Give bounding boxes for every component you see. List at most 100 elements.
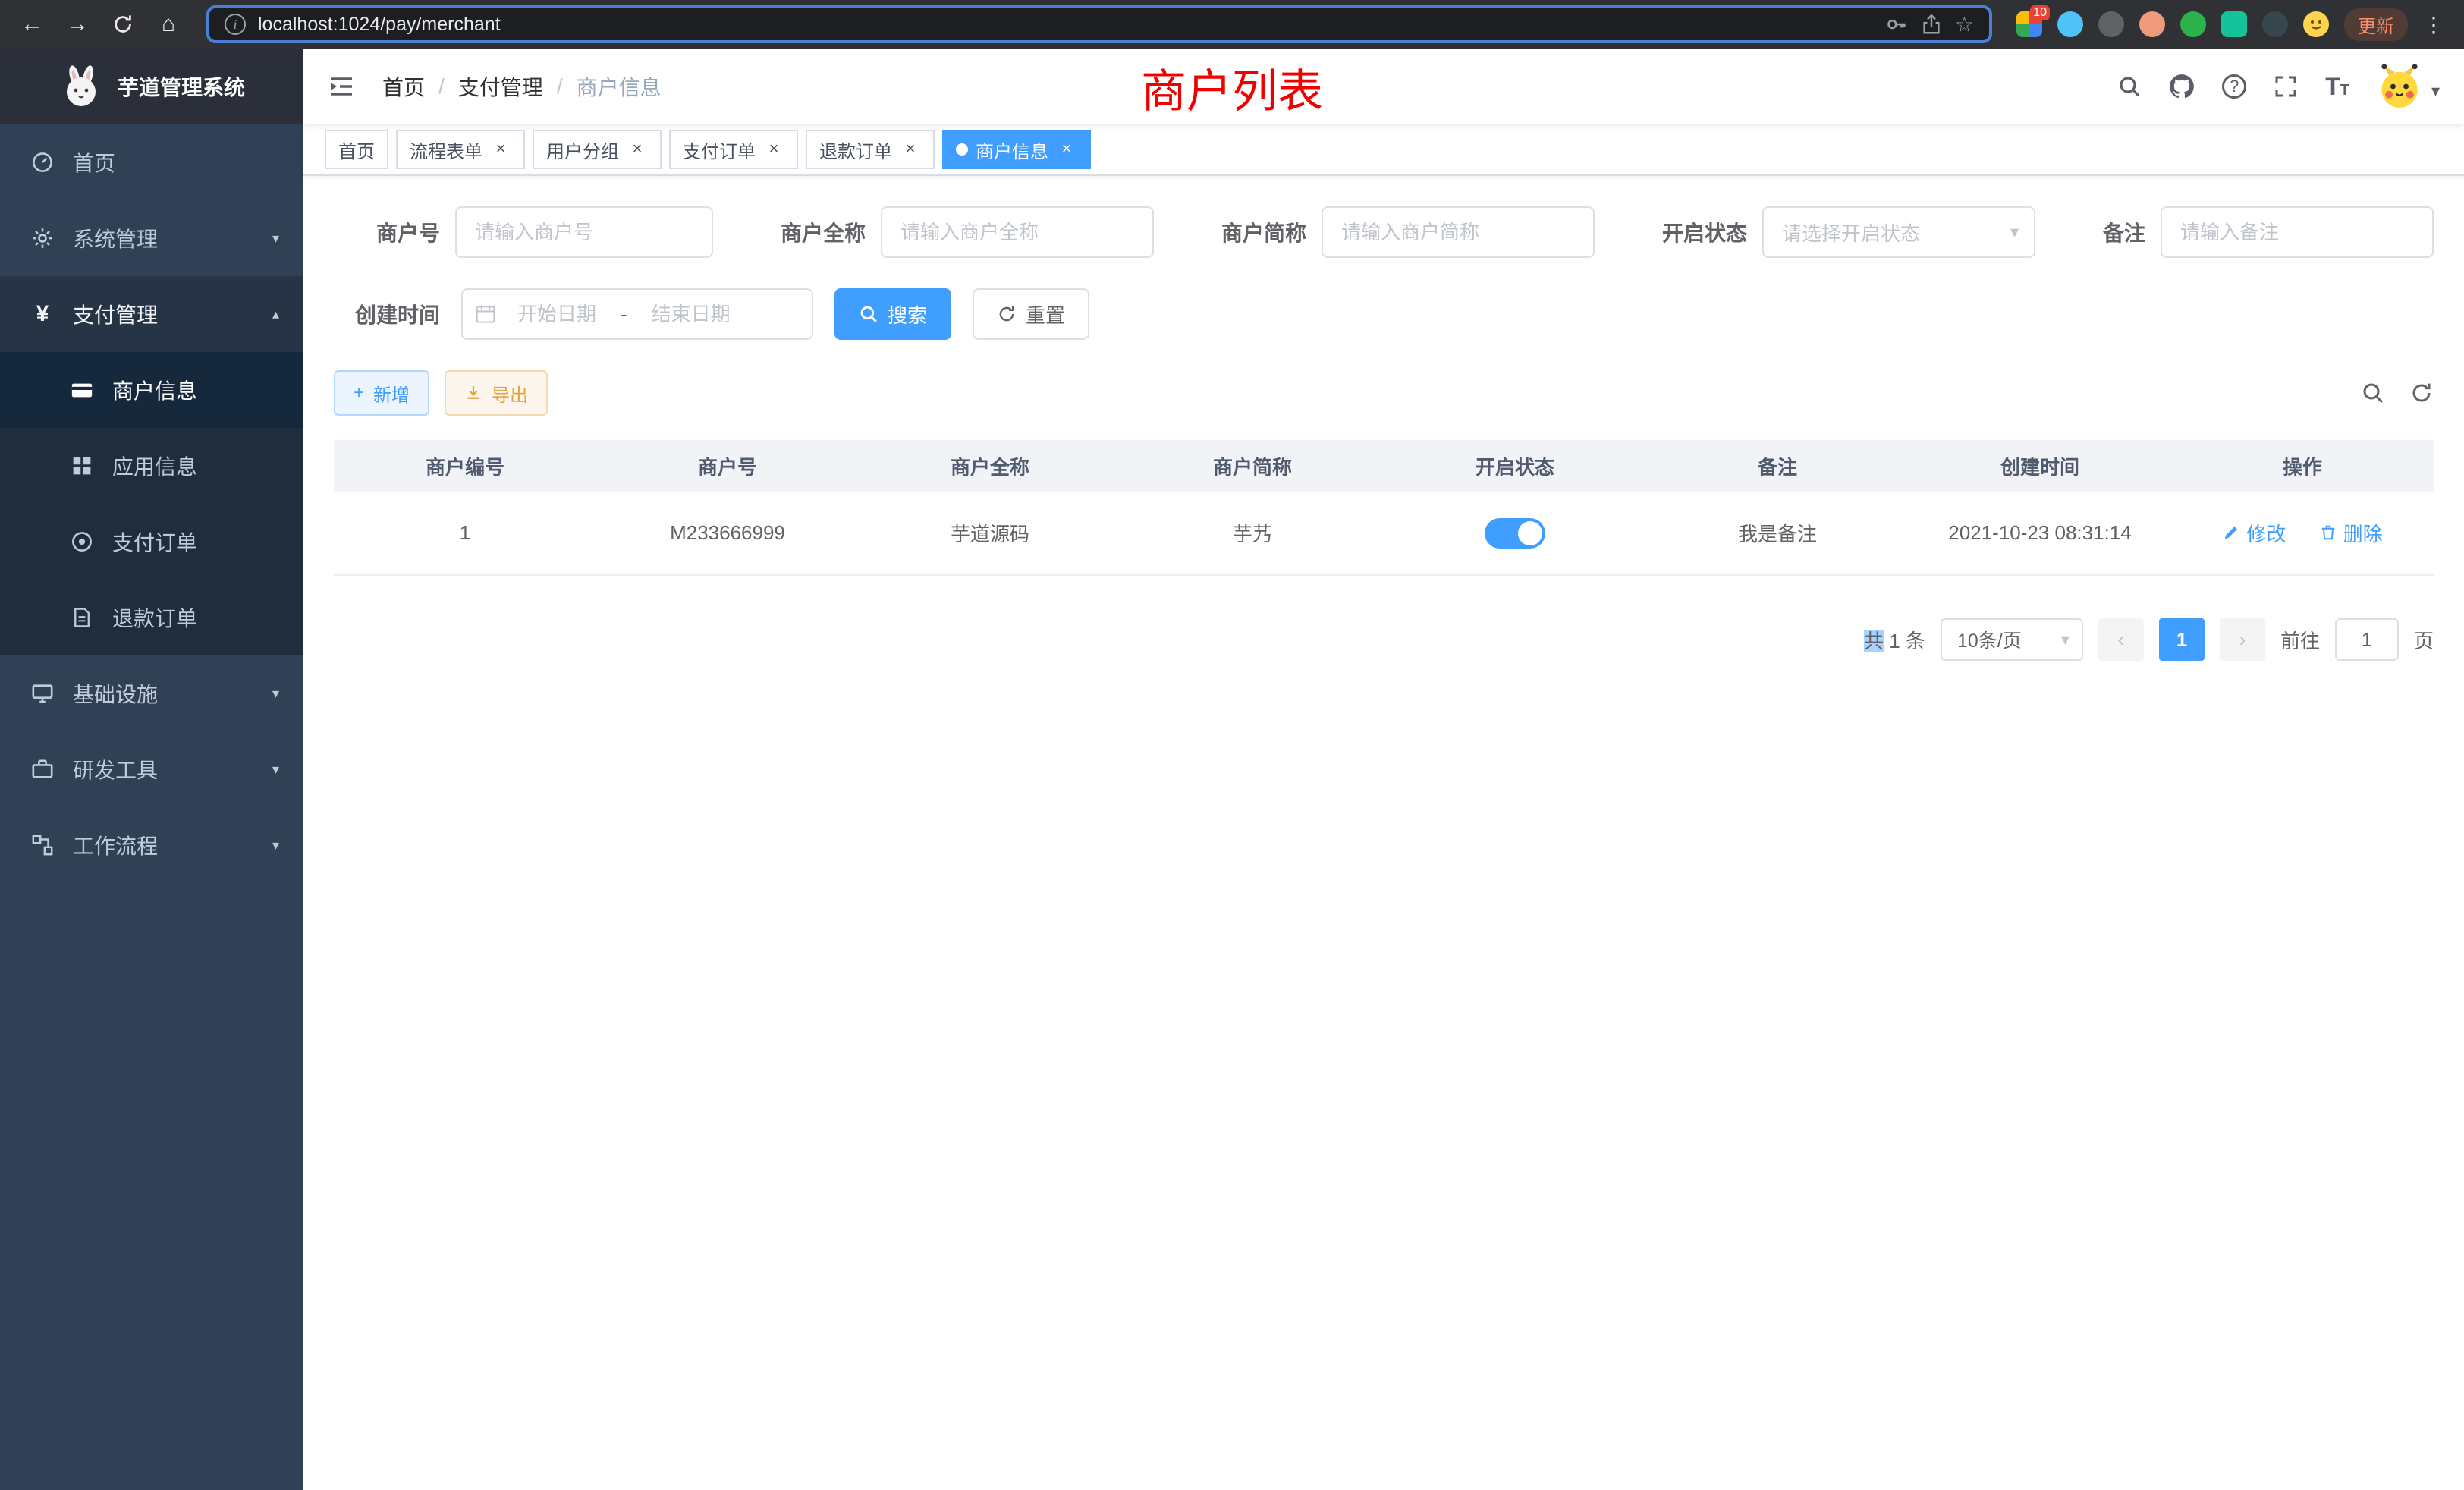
table-row: 1 M233666999 芋道源码 芋艿 我是备注 2021-10-23 08:… (334, 492, 2434, 575)
address-bar[interactable]: i localhost:1024/pay/merchant ☆ (206, 5, 1992, 43)
goto-page-input[interactable] (2335, 618, 2399, 661)
monitor-icon (30, 682, 55, 705)
page-size-select[interactable]: 10条/页 ▾ (1941, 618, 2083, 661)
sidebar-item-infrastructure[interactable]: 基础设施 ▾ (0, 655, 303, 731)
search-icon (859, 304, 878, 324)
tab-label: 首页 (338, 137, 375, 163)
extension-icon-1[interactable]: 10 (2016, 11, 2042, 37)
start-date-input[interactable] (499, 303, 614, 326)
remark-input[interactable] (2161, 206, 2434, 258)
sidebar-item-label: 支付订单 (112, 527, 197, 557)
help-icon[interactable]: ? (2222, 74, 2246, 99)
card-icon (70, 379, 94, 401)
delete-link[interactable]: 删除 (2319, 519, 2383, 547)
toggle-search-icon[interactable] (2361, 381, 2385, 405)
extension-icon-3[interactable] (2098, 11, 2124, 37)
breadcrumb-separator: / (557, 74, 563, 99)
refresh-table-icon[interactable] (2409, 381, 2434, 405)
filter-remark: 备注 (2103, 206, 2434, 258)
password-key-icon[interactable] (1885, 13, 1908, 36)
extension-icon-7[interactable] (2262, 11, 2288, 37)
close-icon[interactable]: × (900, 139, 921, 160)
tab-label: 流程表单 (410, 137, 482, 163)
search-button[interactable]: 搜索 (834, 288, 951, 340)
app-shell: 芋道管理系统 首页 系统管理 ▾ ¥ (0, 49, 2464, 1490)
add-button[interactable]: + 新增 (334, 370, 429, 416)
sidebar-item-pay-order[interactable]: 支付订单 (0, 504, 303, 580)
breadcrumb-home[interactable]: 首页 (382, 71, 425, 102)
sidebar-item-system[interactable]: 系统管理 ▾ (0, 200, 303, 276)
tab-process-form[interactable]: 流程表单 × (396, 130, 525, 169)
extension-icon-8[interactable] (2303, 11, 2329, 37)
close-icon[interactable]: × (490, 139, 511, 160)
plus-icon: + (354, 382, 364, 404)
end-date-input[interactable] (633, 303, 749, 326)
calendar-icon (475, 303, 496, 325)
cell-create-time: 2021-10-23 08:31:14 (1909, 492, 2171, 575)
tab-merchant-info[interactable]: 商户信息 × (942, 130, 1091, 169)
breadcrumb-separator: / (438, 74, 445, 99)
next-page-button[interactable]: › (2220, 618, 2265, 661)
edit-link[interactable]: 修改 (2222, 519, 2286, 547)
close-icon[interactable]: × (1056, 139, 1077, 160)
sidebar-item-refund-order[interactable]: 退款订单 (0, 580, 303, 655)
github-icon[interactable] (2169, 74, 2195, 99)
col-status: 开启状态 (1384, 440, 1646, 492)
merchant-name-input[interactable] (881, 206, 1154, 258)
browser-extensions-area: 10 更新 ⋮ (2010, 8, 2452, 41)
chevron-up-icon: ▴ (272, 306, 279, 322)
sidebar-item-label: 支付管理 (73, 299, 158, 329)
chevron-down-icon: ▾ (2010, 222, 2019, 242)
home-icon[interactable]: ⌂ (149, 5, 188, 44)
site-info-icon[interactable]: i (225, 14, 246, 35)
merchant-short-name-input[interactable] (1322, 206, 1595, 258)
sidebar-item-home[interactable]: 首页 (0, 124, 303, 200)
header-search-icon[interactable] (2117, 74, 2142, 99)
prev-page-button[interactable]: ‹ (2098, 618, 2144, 661)
back-icon[interactable]: ← (12, 5, 52, 44)
sidebar-item-workflow[interactable]: 工作流程 ▾ (0, 807, 303, 883)
tab-pay-order[interactable]: 支付订单 × (669, 130, 798, 169)
browser-menu-icon[interactable]: ⋮ (2423, 12, 2446, 37)
font-size-icon[interactable]: TT (2325, 73, 2349, 101)
cell-status (1384, 492, 1646, 575)
close-icon[interactable]: × (763, 139, 784, 160)
cell-merchant-id: 1 (334, 492, 596, 575)
extension-icon-5[interactable] (2180, 11, 2206, 37)
col-full-name: 商户全称 (859, 440, 1121, 492)
merchant-no-input[interactable] (455, 206, 713, 258)
reset-button[interactable]: 重置 (973, 288, 1089, 340)
sidebar-item-app-info[interactable]: 应用信息 (0, 428, 303, 504)
cell-actions: 修改 删除 (2171, 492, 2434, 575)
close-icon[interactable]: × (627, 139, 648, 160)
user-avatar-menu[interactable]: ▾ (2377, 64, 2440, 109)
export-button[interactable]: 导出 (445, 370, 548, 416)
sidebar-toggle-icon[interactable] (328, 73, 355, 100)
sidebar-item-payment[interactable]: ¥ 支付管理 ▴ (0, 276, 303, 352)
logo-bar[interactable]: 芋道管理系统 (0, 49, 303, 124)
extension-icon-2[interactable] (2057, 11, 2083, 37)
browser-update-button[interactable]: 更新 (2344, 8, 2408, 41)
payment-submenu: 商户信息 应用信息 支付订单 (0, 352, 303, 655)
tab-refund-order[interactable]: 退款订单 × (806, 130, 935, 169)
page-1-button[interactable]: 1 (2159, 618, 2205, 661)
extension-icon-4[interactable] (2139, 11, 2165, 37)
extension-icon-6[interactable] (2221, 11, 2247, 37)
filter-label: 商户号 (334, 217, 440, 247)
status-switch[interactable] (1485, 518, 1545, 549)
sidebar-item-dev-tools[interactable]: 研发工具 ▾ (0, 731, 303, 807)
breadcrumb-payment[interactable]: 支付管理 (458, 71, 543, 102)
tab-user-group[interactable]: 用户分组 × (533, 130, 662, 169)
bookmark-star-icon[interactable]: ☆ (1955, 12, 1974, 37)
fullscreen-icon[interactable] (2274, 74, 2298, 99)
rabbit-logo-icon (58, 64, 104, 109)
app-title: 芋道管理系统 (118, 71, 245, 102)
forward-icon[interactable]: → (58, 5, 97, 44)
status-select[interactable]: 请选择开启状态 ▾ (1762, 206, 2035, 258)
tab-home[interactable]: 首页 (325, 130, 388, 169)
col-merchant-no: 商户号 (596, 440, 859, 492)
create-time-range-picker[interactable]: - (461, 288, 813, 340)
share-icon[interactable] (1920, 13, 1943, 36)
sidebar-item-merchant-info[interactable]: 商户信息 (0, 352, 303, 428)
reload-icon[interactable] (103, 5, 143, 44)
